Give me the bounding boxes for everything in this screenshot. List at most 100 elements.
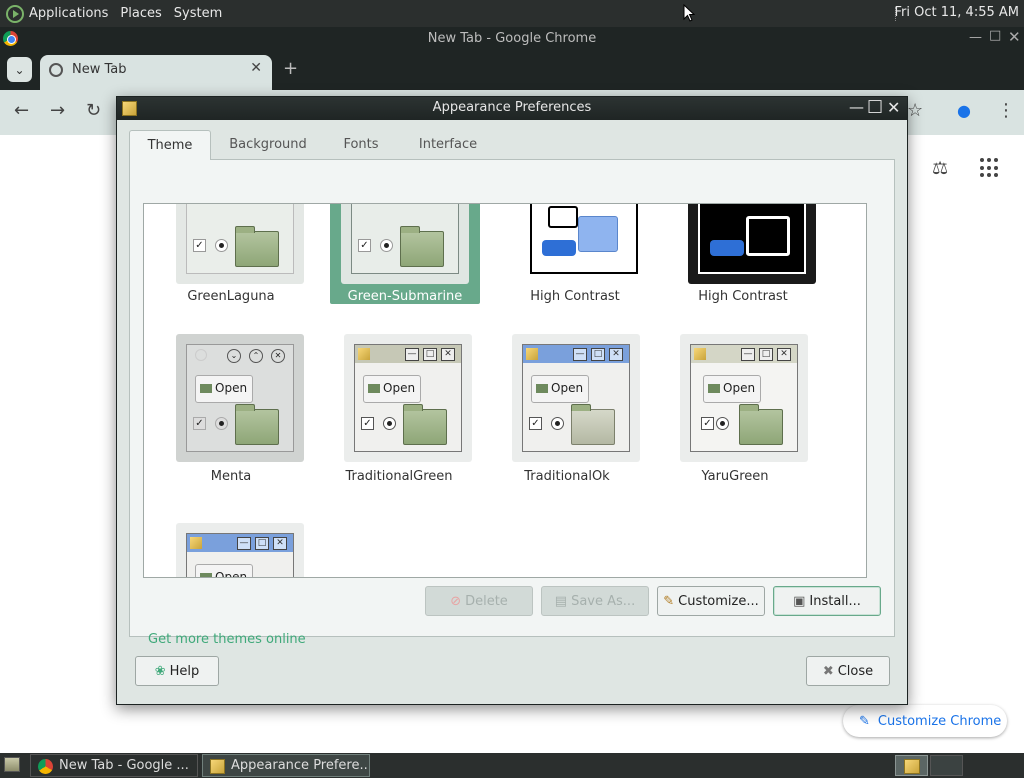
chrome-titlebar: New Tab - Google Chrome — □ ✕ — [0, 27, 1024, 52]
radio-icon — [716, 417, 729, 430]
minimize-icon[interactable]: — — [969, 30, 982, 45]
tab-search-dropdown[interactable]: ⌄ — [7, 57, 32, 82]
help-lifebuoy-icon: ❀ — [154, 663, 166, 679]
checkbox-icon: ✓ — [193, 417, 206, 430]
close-icon: ✕ — [777, 348, 791, 361]
back-arrow-icon[interactable]: ← — [14, 100, 29, 121]
customize-chrome-label: Customize Chrome — [877, 713, 1002, 729]
mini-open-button: Open — [195, 375, 253, 403]
chrome-logo-icon — [38, 759, 53, 774]
checkbox-icon: ✓ — [361, 417, 374, 430]
reload-icon[interactable]: ↻ — [86, 100, 101, 121]
dialog-maximize-icon[interactable]: □ — [867, 96, 883, 116]
folder-icon — [235, 226, 279, 267]
taskbar-item-chrome[interactable]: New Tab - Google ... — [30, 754, 198, 777]
appearance-preferences-dialog: Appearance Preferences — □ ✕ ✓ GreenLagu… — [116, 96, 908, 705]
theme-item-high-contrast[interactable]: High Contrast — [500, 204, 650, 304]
menu-applications[interactable]: Applications — [29, 6, 108, 21]
tab-interface[interactable]: Interface — [397, 130, 499, 159]
theme-label: Menta — [210, 469, 252, 484]
theme-thumbnail: ✓ — [176, 204, 304, 284]
radio-icon — [380, 239, 393, 252]
theme-item-traditionalgreen[interactable]: — □ ✕ Open ✓ TraditionalGreen — [324, 334, 474, 484]
theme-thumbnail — [688, 204, 816, 284]
mini-window: ⌄ ⌃ ✕ Open ✓ — [186, 344, 294, 452]
show-desktop-icon[interactable] — [4, 757, 20, 772]
folder-icon — [708, 384, 720, 393]
theme-item-greenlaguna[interactable]: ✓ GreenLaguna — [156, 204, 306, 304]
chrome-tab-new-tab[interactable]: New Tab ✕ — [40, 55, 272, 90]
forward-arrow-icon[interactable]: → — [50, 100, 65, 121]
tab-background[interactable]: Background — [211, 130, 325, 159]
distro-logo-icon[interactable] — [6, 4, 24, 23]
new-tab-plus-icon[interactable]: + — [283, 58, 298, 79]
workspace-2[interactable] — [930, 755, 963, 776]
workspace-1[interactable] — [895, 755, 928, 776]
close-button-label: Close — [837, 663, 874, 679]
mini-window — [530, 204, 638, 274]
theme-tab-panel: ✓ GreenLaguna ✓ Green-Submarine High Con… — [129, 159, 895, 647]
get-more-themes-link[interactable]: Get more themes online — [148, 632, 306, 647]
globe-icon — [49, 63, 63, 77]
radio-icon — [215, 239, 228, 252]
google-apps-icon[interactable] — [980, 158, 1000, 178]
theme-item-traditionalok[interactable]: — □ ✕ Open ✓ TraditionalOk — [492, 334, 642, 484]
save-as-button[interactable]: ▤ Save As... — [541, 586, 649, 616]
dialog-minimize-icon[interactable]: — — [849, 98, 864, 116]
theme-thumbnail: ✓ — [341, 204, 469, 284]
checkbox-icon: ✓ — [529, 417, 542, 430]
app-icon — [694, 348, 706, 360]
labs-flask-icon[interactable]: ⚖ — [932, 158, 948, 179]
close-button[interactable]: ✖ Close — [806, 656, 890, 686]
theme-item-menta[interactable]: ⌄ ⌃ ✕ Open ✓ Menta — [156, 334, 306, 484]
theme-item-green-submarine[interactable]: ✓ Green-Submarine — [312, 204, 480, 304]
mini-open-button: Open — [531, 375, 589, 403]
app-icon — [358, 348, 370, 360]
dialog-titlebar[interactable]: Appearance Preferences — □ ✕ — [117, 96, 907, 120]
theme-label: High Contrast — [530, 289, 620, 304]
close-icon[interactable]: ✕ — [1008, 28, 1021, 46]
theme-item-yarugreen[interactable]: — □ ✕ Open ✓ YaruGreen — [660, 334, 810, 484]
theme-thumbnail: ⌄ ⌃ ✕ Open ✓ — [176, 334, 304, 462]
theme-list[interactable]: ✓ GreenLaguna ✓ Green-Submarine High Con… — [143, 203, 867, 578]
mini-window: — □ ✕ Open ✓ — [690, 344, 798, 452]
menu-system[interactable]: System — [174, 6, 222, 21]
mini-window: ✓ — [186, 204, 294, 274]
menu-places[interactable]: Places — [120, 6, 161, 21]
maximize-icon[interactable]: □ — [989, 28, 1001, 43]
app-icon — [190, 537, 202, 549]
help-button-label: Help — [169, 663, 200, 679]
mini-window — [698, 204, 806, 274]
close-icon: ✕ — [609, 348, 623, 361]
chrome-window-title: New Tab - Google Chrome — [427, 31, 597, 46]
mini-open-label: Open — [723, 381, 756, 395]
theme-thumbnail: — □ ✕ Open ✓ — [680, 334, 808, 462]
panel-clock[interactable]: Fri Oct 11, 4:55 AM — [895, 5, 1019, 20]
dialog-title: Appearance Preferences — [432, 100, 592, 115]
edit-pencil-icon: ✎ — [663, 593, 675, 609]
dialog-close-icon[interactable]: ✕ — [887, 98, 900, 117]
install-button[interactable]: ▣ Install... — [773, 586, 881, 616]
radio-icon — [551, 417, 564, 430]
folder-icon — [368, 384, 380, 393]
tab-close-icon[interactable]: ✕ — [250, 60, 262, 76]
theme-label: TraditionalGreen — [345, 469, 453, 484]
tab-theme[interactable]: Theme — [129, 130, 211, 160]
tab-fonts[interactable]: Fonts — [325, 130, 397, 159]
folder-icon — [403, 404, 447, 445]
close-x-icon: ✖ — [822, 663, 834, 679]
app-icon — [526, 348, 538, 360]
customize-button[interactable]: ✎ Customize... — [657, 586, 765, 616]
mini-titlebar: — □ ✕ — [187, 534, 293, 552]
theme-item-partial[interactable]: — □ ✕ Open — [156, 523, 306, 577]
profile-avatar-icon[interactable]: ● — [957, 101, 971, 120]
taskbar-item-appearance[interactable]: Appearance Prefere... — [202, 754, 370, 777]
theme-item-high-contrast-inverse[interactable]: High Contrast — [668, 204, 818, 304]
kebab-menu-icon[interactable]: ⋮ — [997, 100, 1015, 121]
checkbox-icon: ✓ — [701, 417, 714, 430]
bookmark-star-icon[interactable]: ☆ — [907, 100, 923, 121]
help-button[interactable]: ❀ Help — [135, 656, 219, 686]
delete-button[interactable]: ⊘ Delete — [425, 586, 533, 616]
minimize-icon: — — [237, 537, 251, 550]
customize-chrome-button[interactable]: ✎ Customize Chrome — [843, 705, 1007, 737]
